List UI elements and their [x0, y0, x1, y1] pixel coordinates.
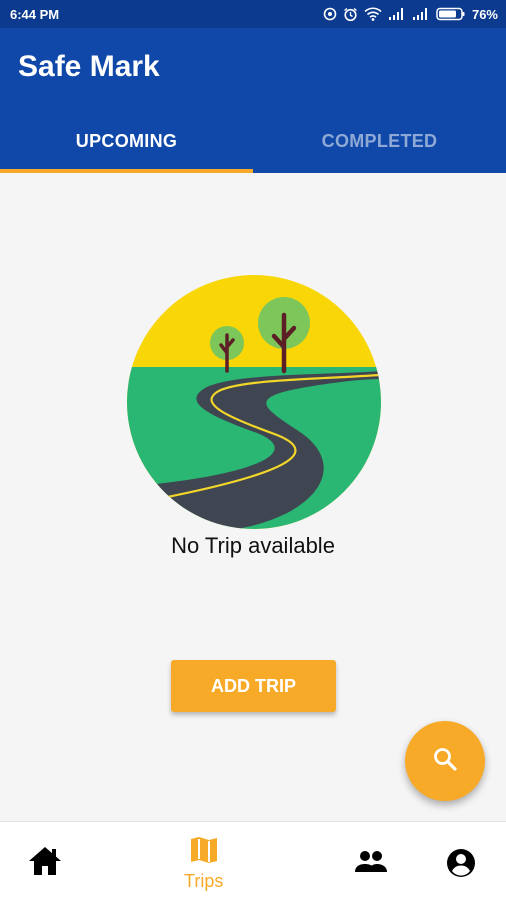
nav-home[interactable]	[28, 846, 62, 881]
add-trip-button[interactable]: ADD TRIP	[171, 660, 336, 712]
wifi-icon	[364, 7, 382, 21]
nav-account[interactable]	[446, 848, 476, 883]
status-bar: 6:44 PM 76%	[0, 0, 506, 28]
map-icon	[189, 836, 219, 869]
status-icons: 76%	[323, 7, 498, 22]
location-icon	[323, 7, 337, 21]
empty-state-message: No Trip available	[171, 533, 335, 558]
signal-icon	[412, 7, 430, 21]
status-time: 6:44 PM	[10, 6, 60, 22]
tab-bar: UPCOMING COMPLETED	[0, 110, 506, 173]
tab-upcoming[interactable]: UPCOMING	[0, 110, 253, 173]
group-icon	[354, 850, 388, 879]
battery-icon	[436, 7, 466, 21]
road-illustration	[127, 275, 381, 529]
signal-icon	[388, 7, 406, 21]
account-icon	[446, 848, 476, 883]
bottom-navigation: Trips	[0, 821, 506, 900]
tab-indicator	[0, 169, 253, 173]
nav-trips[interactable]: Trips	[184, 836, 223, 892]
tab-upcoming-label: UPCOMING	[75, 131, 178, 151]
home-icon	[28, 846, 62, 881]
nav-group[interactable]	[354, 850, 388, 879]
nav-trips-label: Trips	[184, 871, 224, 891]
search-fab[interactable]	[405, 721, 485, 801]
tab-completed-label: COMPLETED	[321, 131, 438, 151]
tab-completed[interactable]: COMPLETED	[253, 110, 506, 173]
alarm-icon	[343, 7, 358, 22]
app-bar: Safe Mark UPCOMING COMPLETED	[0, 28, 506, 173]
search-icon	[432, 746, 458, 777]
battery-percent: 76%	[471, 6, 498, 22]
app-title: Safe Mark	[18, 50, 160, 83]
